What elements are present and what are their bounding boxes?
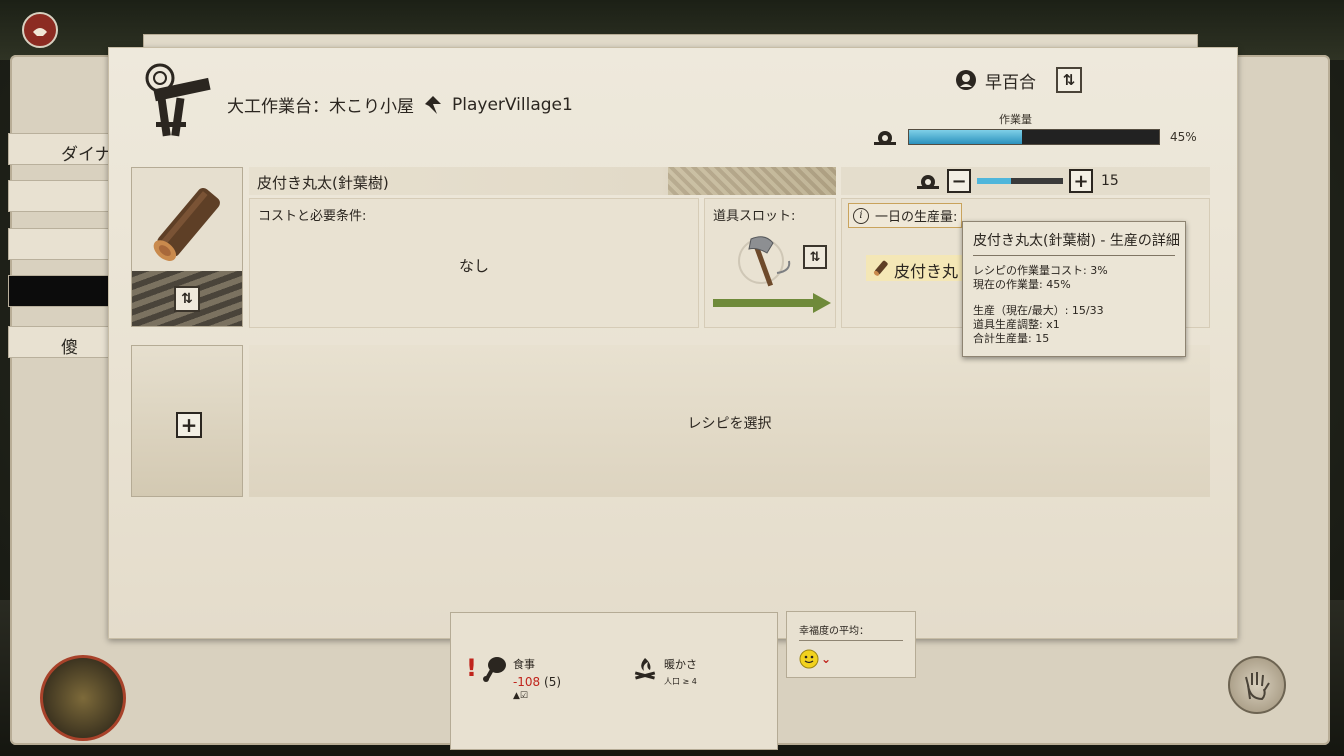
village-name: PlayerVillage1 [452,94,573,115]
recipe-header-pattern [668,167,836,195]
happiness-indicator: ⌄ [799,649,903,669]
chevron-down-icon: ⌄ [821,652,832,666]
cost-requirements-box: コストと必要条件: なし [249,198,699,328]
tooltip-line: 道具生産調整: x1 [973,318,1060,331]
swap-icon: ⇅ [181,291,193,307]
side-tab-4[interactable] [8,275,118,307]
tool-slot-label: 道具スロット: [713,209,796,224]
workload-gear-icon [874,131,896,145]
side-tab-5[interactable]: 傻 [8,326,118,358]
workload-percent: 45% [1170,130,1197,144]
cost-value: なし [458,257,489,275]
happiness-panel[interactable]: 幸福度の平均： ⌄ [786,611,916,678]
daily-output-label[interactable]: i 一日の生産量: [848,203,963,228]
settlement-emblem-icon[interactable] [22,12,58,48]
station-title: 大工作業台：木こり小屋 [227,97,414,117]
production-arrow-icon [713,293,831,313]
log-icon [873,260,888,276]
food-wheel-icon[interactable] [40,655,126,741]
meat-icon [482,657,506,682]
warmth-label: 暖かさ [664,658,697,671]
village-marker-icon [425,95,441,114]
workload-bar-fill [909,130,1022,144]
header-title: 大工作業台：木こり小屋 PlayerVillage1 [227,92,573,118]
side-tab-1[interactable]: ダイナ [8,133,118,165]
food-sub-icons: ▲☑ [512,691,528,701]
workload-label: 作業量 [999,113,1032,126]
happiness-label: 幸福度の平均： [799,622,903,641]
campfire-icon [634,658,656,680]
production-details-tooltip: 皮付き丸太(針葉樹) - 生産の詳細 レシピの作業量コスト: 3% 現在の作業量… [962,221,1186,357]
tooltip-line: レシピの作業量コスト: 3% [973,264,1108,277]
swap-icon: ⇅ [1062,71,1076,89]
tooltip-spacer [973,292,1175,304]
recipe-name: 皮付き丸太(針葉樹) [257,174,389,192]
stepper-bar-fill [977,178,1012,184]
add-recipe-slot[interactable]: + [131,345,243,497]
tooltip-line: 合計生産量: 15 [973,332,1050,345]
food-status[interactable]: ! 食事 -108 (5) ▲☑ [466,656,561,701]
tool-slot-box: 道具スロット: ⇅ [704,198,836,328]
stepper-value: 15 [1101,173,1119,189]
side-tab-label: ダイナ [61,145,112,165]
add-recipe-button[interactable]: + [176,412,202,438]
cost-label: コストと必要条件: [258,209,367,224]
warmth-status[interactable]: 暖かさ 人口 ≥ 4 [632,656,697,687]
swap-icon: ⇅ [809,249,821,265]
worker-count-stepper: − + 15 [841,167,1210,195]
food-label: 食事 [512,658,535,671]
worker-name: 早百合 [985,72,1036,93]
side-tab-2[interactable] [8,180,118,212]
stepper-bar[interactable] [977,178,1063,184]
side-tab-3[interactable] [8,228,118,260]
warning-icon: ! [466,654,477,682]
workload-meter: 45% [872,128,1197,146]
select-recipe-label: レシピを選択 [687,416,772,432]
increase-button[interactable]: + [1069,169,1093,193]
output-item-chip[interactable]: 皮付き丸 [866,255,962,281]
log-icon [153,187,220,261]
decrease-button[interactable]: − [947,169,971,193]
tooltip-line: 生産（現在/最大）: 15/33 [973,304,1104,317]
axe-icon[interactable] [737,231,797,293]
worker-selector[interactable]: 早百合 ⇅ [955,67,1082,93]
warmth-sub: 人口 ≥ 4 [664,677,697,686]
select-recipe-area[interactable]: レシピを選択 [249,345,1210,497]
hand-icon[interactable] [1228,656,1286,714]
workload-gear-icon [917,175,939,189]
smiley-icon [799,649,819,669]
change-worker-button[interactable]: ⇅ [1056,67,1082,93]
change-tool-button[interactable]: ⇅ [803,245,827,269]
daily-output-text: 一日の生産量: [875,210,958,225]
info-icon: i [853,207,869,224]
tooltip-title: 皮付き丸太(針葉樹) - 生産の詳細 [973,230,1180,256]
change-recipe-button[interactable]: ⇅ [174,286,200,312]
output-item-name: 皮付き丸 [894,262,959,281]
side-tab-label: 傻 [61,338,78,358]
food-value: -108 [512,675,541,689]
worker-portrait-icon [956,70,976,90]
carpentry-bench-icon [145,63,211,137]
food-value-line: -108 (5) [513,675,561,689]
tooltip-line: 現在の作業量: 45% [973,278,1071,291]
workload-bar [908,129,1160,145]
recipe-item-thumbnail[interactable]: ⇅ [131,167,243,327]
food-count: (5) [544,675,562,689]
